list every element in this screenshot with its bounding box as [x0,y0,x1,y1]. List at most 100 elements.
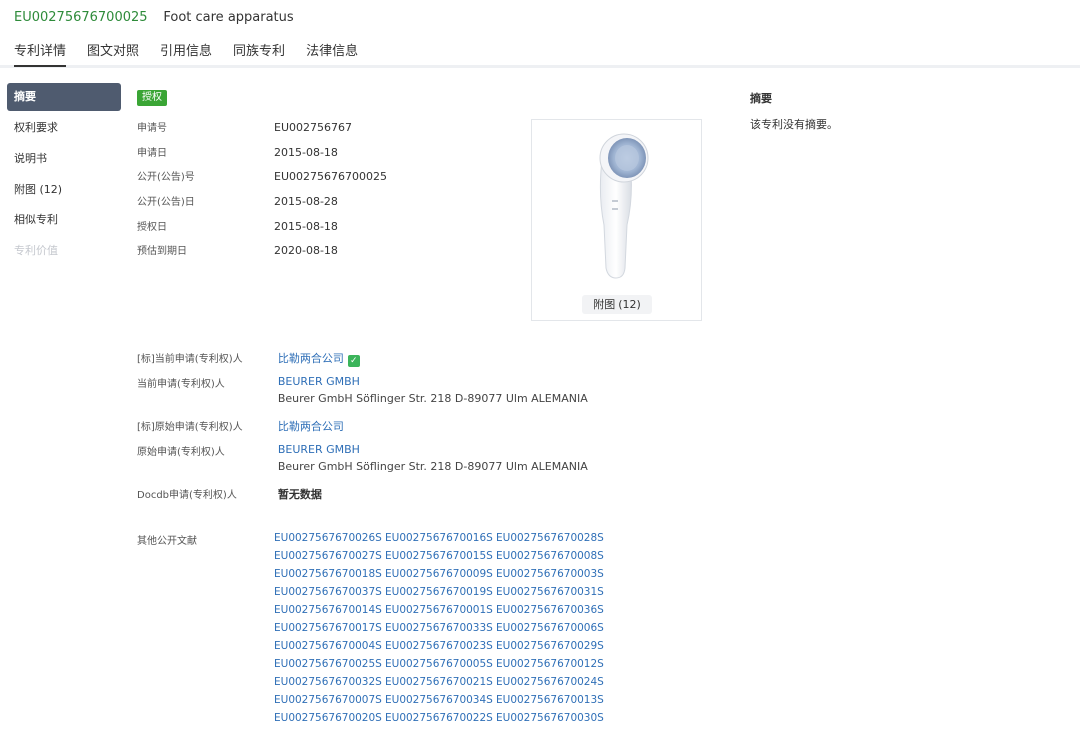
device-thumbnail [599,133,649,279]
info-value: EU00275676700025 [274,170,387,184]
other-publication-link[interactable]: EU0027567670013S [496,694,607,712]
orig-applicant-link[interactable]: BEURER GMBH [278,443,360,456]
other-publication-link[interactable]: EU0027567670026S [274,532,385,550]
other-publication-link[interactable]: EU0027567670012S [496,658,607,676]
detail-tabs: 专利详情 图文对照 引用信息 同族专利 法律信息 [14,40,379,67]
tab-family[interactable]: 同族专利 [233,40,285,65]
tab-legal[interactable]: 法律信息 [306,40,358,65]
other-publication-link[interactable]: EU0027567670037S [274,586,385,604]
info-row: 公开(公告)日 2015-08-28 [137,193,387,218]
other-publication-link[interactable]: EU0027567670022S [385,712,496,730]
nav-item-abstract[interactable]: 摘要 [7,83,121,111]
other-publication-link[interactable]: EU0027567670029S [496,640,607,658]
current-std-applicant-link[interactable]: 比勒两合公司 [278,352,344,365]
orig-std-applicant-value: 比勒两合公司 [278,418,344,434]
other-publication-link[interactable]: EU0027567670004S [274,640,385,658]
applicant-row: Docdb申请(专利权)人 暂无数据 [137,486,588,511]
tab-text-image[interactable]: 图文对照 [87,40,139,65]
verified-check-icon: ✓ [347,355,360,367]
patent-title: Foot care apparatus [163,10,294,25]
other-publication-link[interactable]: EU0027567670009S [385,568,496,586]
publication-number: EU00275676700025 [14,10,148,25]
info-label: 申请号 [137,123,167,134]
other-publication-link[interactable]: EU0027567670003S [496,568,607,586]
other-publication-link[interactable]: EU0027567670031S [496,586,607,604]
info-row: 申请号 EU002756767 [137,119,387,144]
current-applicant-label: 当前申请(专利权)人 [137,379,225,390]
other-publication-link[interactable]: EU0027567670023S [385,640,496,658]
other-publication-link[interactable]: EU0027567670017S [274,622,385,640]
orig-applicant-value: BEURER GMBH Beurer GmbH Söflinger Str. 2… [278,443,588,473]
other-publication-link[interactable]: EU0027567670032S [274,676,385,694]
current-applicant-value: BEURER GMBH Beurer GmbH Söflinger Str. 2… [278,375,588,405]
other-publication-link[interactable]: EU0027567670036S [496,604,607,622]
other-publication-link[interactable]: EU0027567670008S [496,550,607,568]
current-std-applicant-value: 比勒两合公司 ✓ [278,350,360,367]
info-row: 预估到期日 2020-08-18 [137,242,387,267]
orig-std-applicant-link[interactable]: 比勒两合公司 [278,420,344,433]
other-publication-link[interactable]: EU0027567670025S [274,658,385,676]
abstract-title: 摘要 [750,92,772,105]
other-publication-link[interactable]: EU0027567670007S [274,694,385,712]
other-publication-link[interactable]: EU0027567670027S [274,550,385,568]
other-publication-link[interactable]: EU0027567670028S [496,532,607,550]
info-value: 2015-08-28 [274,195,338,209]
other-publication-link[interactable]: EU0027567670014S [274,604,385,622]
other-publication-link[interactable]: EU0027567670034S [385,694,496,712]
nav-item-description[interactable]: 说明书 [7,145,121,176]
info-label: 预估到期日 [137,246,187,258]
figures-count: (12) [618,298,641,311]
other-publication-link[interactable]: EU0027567670021S [385,676,496,694]
other-publication-link[interactable]: EU0027567670030S [496,712,607,730]
applicant-row: [标]当前申请(专利权)人 比勒两合公司 ✓ [137,350,588,375]
figures-button-label: 附图 [593,298,616,311]
docdb-applicant-value: 暂无数据 [277,488,322,501]
other-publication-link[interactable]: EU0027567670024S [496,676,607,694]
bibliographic-info: 申请号 EU002756767 申请日 2015-08-18 公开(公告)号 EU00… [137,119,387,267]
other-publication-link[interactable]: EU0027567670005S [385,658,496,676]
title-row: EU00275676700025 Foot care apparatus [14,10,294,25]
nav-item-claims[interactable]: 权利要求 [7,114,121,145]
current-applicant-link[interactable]: BEURER GMBH [278,375,360,388]
other-publication-link[interactable]: EU0027567670018S [274,568,385,586]
figures-button[interactable]: 附图 (12) [582,295,652,314]
docdb-applicant-label: Docdb申请(专利权)人 [137,490,237,501]
nav-item-similar[interactable]: 相似专利 [7,206,121,237]
orig-applicant-address: Beurer GmbH Söflinger Str. 218 D-89077 U… [277,460,588,473]
figure-card[interactable]: 附图 (12) [531,119,702,321]
info-label: 申请日 [137,147,167,159]
other-publication-link[interactable]: EU0027567670001S [385,604,496,622]
other-publication-link[interactable]: EU0027567670006S [496,622,607,640]
other-publication-link[interactable]: EU0027567670020S [274,712,385,730]
other-publication-link[interactable]: EU0027567670016S [385,532,496,550]
current-std-applicant-label: [标]当前申请(专利权)人 [137,354,243,365]
info-label: 公开(公告)号 [137,172,195,184]
page-header: EU00275676700025 Foot care apparatus 专利详… [0,0,1080,68]
applicant-row: [标]原始申请(专利权)人 比勒两合公司 [137,418,588,443]
other-publications-label: 其他公开文献 [137,536,197,547]
nav-item-figures[interactable]: 附图 (12) [7,176,121,207]
applicant-row: 原始申请(专利权)人 BEURER GMBH Beurer GmbH Söfli… [137,443,588,486]
info-row: 申请日 2015-08-18 [137,144,387,169]
other-publication-link[interactable]: EU0027567670015S [385,550,496,568]
info-value: 2015-08-18 [274,145,338,159]
info-value: 2015-08-18 [274,219,338,233]
other-publication-link[interactable]: EU0027567670019S [385,586,496,604]
other-publication-link[interactable]: EU0027567670033S [385,622,496,640]
orig-applicant-label: 原始申请(专利权)人 [137,447,225,458]
abstract-panel: 摘要 该专利没有摘要。 [750,90,838,132]
current-applicant-address: Beurer GmbH Söflinger Str. 218 D-89077 U… [277,392,588,405]
applicant-row: 当前申请(专利权)人 BEURER GMBH Beurer GmbH Söfli… [137,375,588,418]
info-row: 公开(公告)号 EU00275676700025 [137,168,387,193]
nav-item-value: 专利价值 [14,244,58,258]
info-value: 2020-08-18 [274,244,338,258]
tab-citations[interactable]: 引用信息 [160,40,212,65]
section-nav: 摘要 权利要求 说明书 附图 (12) 相似专利 专利价值 [7,83,121,268]
status-badge: 授权 [137,90,167,106]
applicants-section: [标]当前申请(专利权)人 比勒两合公司 ✓ 当前申请(专利权)人 BEURER … [137,350,588,511]
info-row: 授权日 2015-08-18 [137,218,387,243]
info-value: EU002756767 [274,121,352,134]
orig-std-applicant-label: [标]原始申请(专利权)人 [137,422,243,433]
info-label: 授权日 [137,221,167,233]
tab-patent-details[interactable]: 专利详情 [14,40,67,67]
